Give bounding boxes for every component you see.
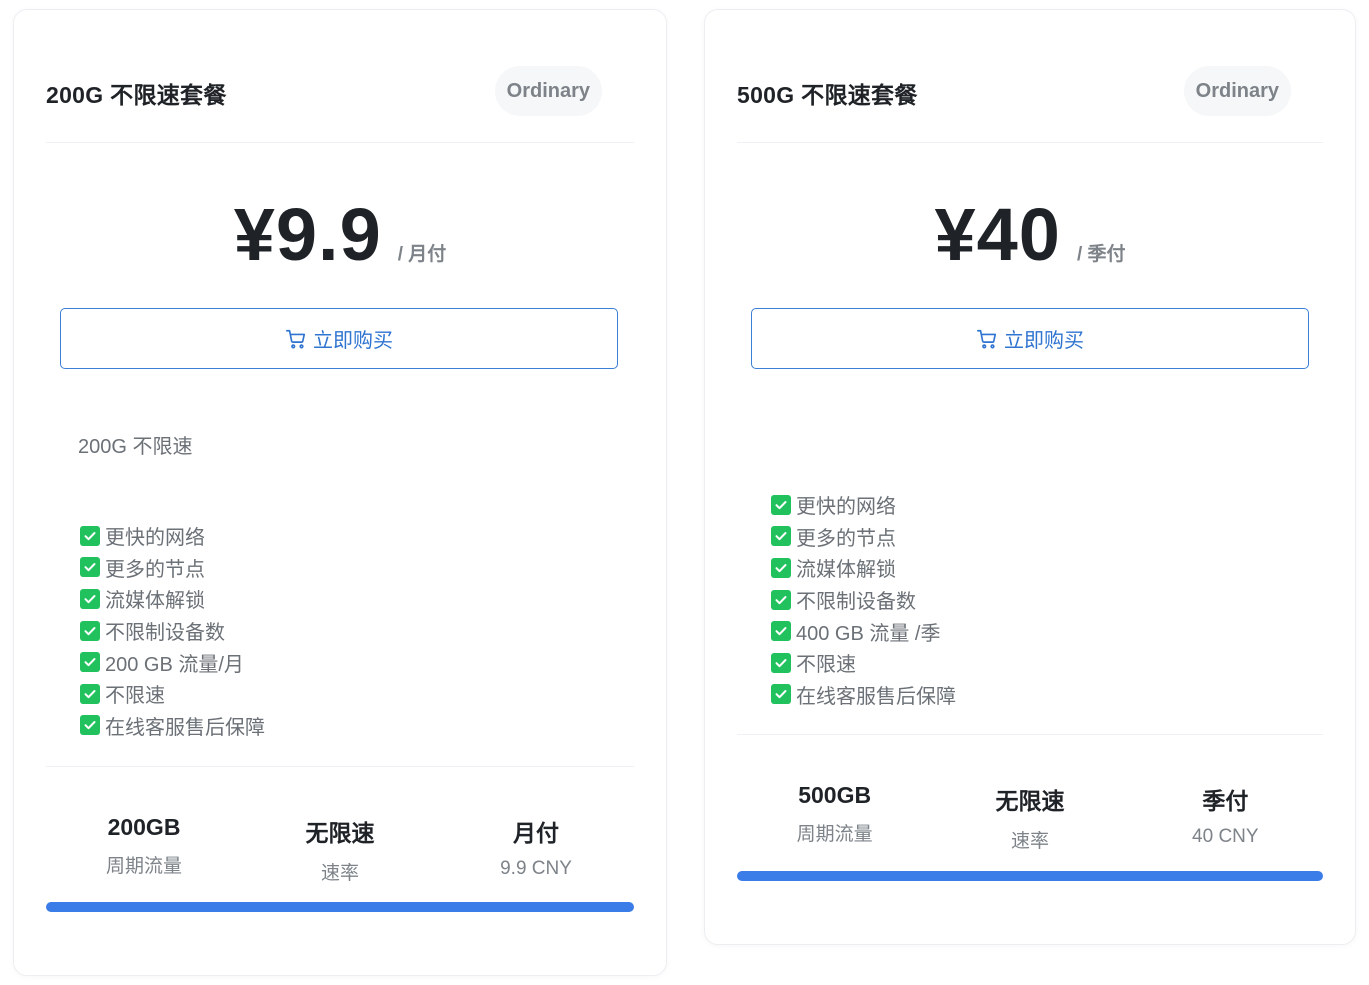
plan-stats: 200GB 周期流量 无限速 速率 月付 9.9 CNY: [46, 814, 634, 885]
divider: [46, 766, 634, 767]
stat-value: 500GB: [798, 782, 872, 808]
stat-speed: 无限速 速率: [242, 814, 438, 885]
stat-label: 速率: [1010, 831, 1049, 852]
stat-traffic: 500GB 周期流量: [737, 782, 932, 853]
checkbox-checked-icon: [80, 557, 100, 578]
checkbox-checked-icon: [80, 620, 100, 641]
checkbox-checked-icon: [80, 525, 100, 546]
list-item: 更多的节点: [771, 521, 956, 553]
plan-period: / 月付: [397, 244, 447, 265]
plan-period: / 季付: [1076, 244, 1126, 265]
stat-value: 无限速: [305, 820, 375, 846]
checkbox-checked-icon: [771, 684, 791, 705]
feature-text: 更快的网络: [105, 527, 205, 550]
price-row: ¥40 / 季付: [705, 192, 1355, 277]
feature-text: 不限速: [105, 685, 165, 708]
plan-card-500g: 500G 不限速套餐 Ordinary ¥40 / 季付 立即购买 更快的网络 更…: [704, 9, 1356, 945]
stat-value: 月付: [513, 820, 559, 846]
stat-value: 200GB: [107, 814, 181, 840]
feature-text: 流媒体解锁: [796, 559, 896, 582]
list-item: 200 GB 流量/月: [80, 646, 265, 678]
list-item: 不限速: [80, 678, 265, 710]
plan-description: 200G 不限速: [78, 436, 193, 458]
feature-list: 更快的网络 更多的节点 流媒体解锁 不限制设备数 200 GB 流量/月 不限速…: [80, 520, 265, 741]
accent-bar: [46, 902, 634, 912]
plan-badge: Ordinary: [1183, 66, 1291, 116]
checkbox-checked-icon: [80, 652, 100, 673]
divider: [737, 734, 1323, 735]
checkbox-checked-icon: [80, 588, 100, 609]
stat-value: 季付: [1202, 788, 1249, 814]
accent-bar: [737, 871, 1323, 881]
buy-now-button[interactable]: 立即购买: [60, 308, 618, 369]
feature-text: 在线客服售后保障: [796, 685, 956, 708]
list-item: 不限制设备数: [771, 584, 956, 616]
list-item: 400 GB 流量 /季: [771, 615, 956, 647]
list-item: 在线客服售后保障: [771, 679, 956, 711]
shopping-cart-icon: [977, 329, 997, 348]
plan-price: ¥40: [934, 193, 1061, 276]
list-item: 流媒体解锁: [80, 583, 265, 615]
list-item: 不限制设备数: [80, 615, 265, 647]
feature-text: 更多的节点: [796, 527, 896, 550]
plan-stats: 500GB 周期流量 无限速 速率 季付 40 CNY: [737, 782, 1323, 853]
stat-label: 周期流量: [105, 856, 182, 877]
list-item: 在线客服售后保障: [80, 710, 265, 742]
feature-text: 更多的节点: [105, 558, 205, 581]
stat-traffic: 200GB 周期流量: [46, 814, 242, 885]
feature-text: 不限速: [796, 654, 856, 677]
feature-text: 400 GB 流量 /季: [796, 622, 941, 645]
list-item: 流媒体解锁: [771, 552, 956, 584]
stat-value: 无限速: [995, 788, 1065, 814]
shopping-cart-icon: [286, 329, 306, 348]
plan-title: 500G 不限速套餐: [737, 82, 918, 108]
stat-billing: 月付 9.9 CNY: [438, 814, 634, 885]
checkbox-checked-icon: [771, 526, 791, 547]
feature-text: 流媒体解锁: [105, 590, 205, 613]
feature-text: 不限制设备数: [105, 622, 225, 645]
buy-now-label: 立即购买: [313, 330, 393, 352]
list-item: 更多的节点: [80, 552, 265, 584]
checkbox-checked-icon: [80, 715, 100, 736]
checkbox-checked-icon: [771, 494, 791, 515]
checkbox-checked-icon: [771, 652, 791, 673]
list-item: 更快的网络: [80, 520, 265, 552]
list-item: 更快的网络: [771, 489, 956, 521]
plan-card-200g: 200G 不限速套餐 Ordinary ¥9.9 / 月付 立即购买 200G 不…: [13, 9, 667, 976]
stat-label: 9.9 CNY: [500, 858, 572, 879]
feature-text: 更快的网络: [796, 496, 896, 519]
plan-badge: Ordinary: [494, 66, 602, 116]
stat-speed: 无限速 速率: [932, 782, 1127, 853]
plan-price: ¥9.9: [233, 193, 382, 276]
stat-label: 周期流量: [796, 824, 873, 845]
checkbox-checked-icon: [771, 621, 791, 642]
feature-text: 在线客服售后保障: [105, 716, 265, 739]
checkbox-checked-icon: [771, 589, 791, 610]
feature-list: 更快的网络 更多的节点 流媒体解锁 不限制设备数 400 GB 流量 /季 不限…: [771, 489, 956, 710]
price-row: ¥9.9 / 月付: [14, 192, 666, 277]
checkbox-checked-icon: [771, 557, 791, 578]
buy-now-label: 立即购买: [1004, 330, 1084, 352]
plan-title: 200G 不限速套餐: [46, 82, 227, 108]
list-item: 不限速: [771, 647, 956, 679]
buy-now-button[interactable]: 立即购买: [751, 308, 1309, 369]
stat-billing: 季付 40 CNY: [1128, 782, 1323, 853]
checkbox-checked-icon: [80, 683, 100, 704]
stat-label: 40 CNY: [1192, 826, 1259, 847]
feature-text: 200 GB 流量/月: [105, 653, 244, 676]
feature-text: 不限制设备数: [796, 591, 916, 614]
stat-label: 速率: [320, 863, 359, 884]
